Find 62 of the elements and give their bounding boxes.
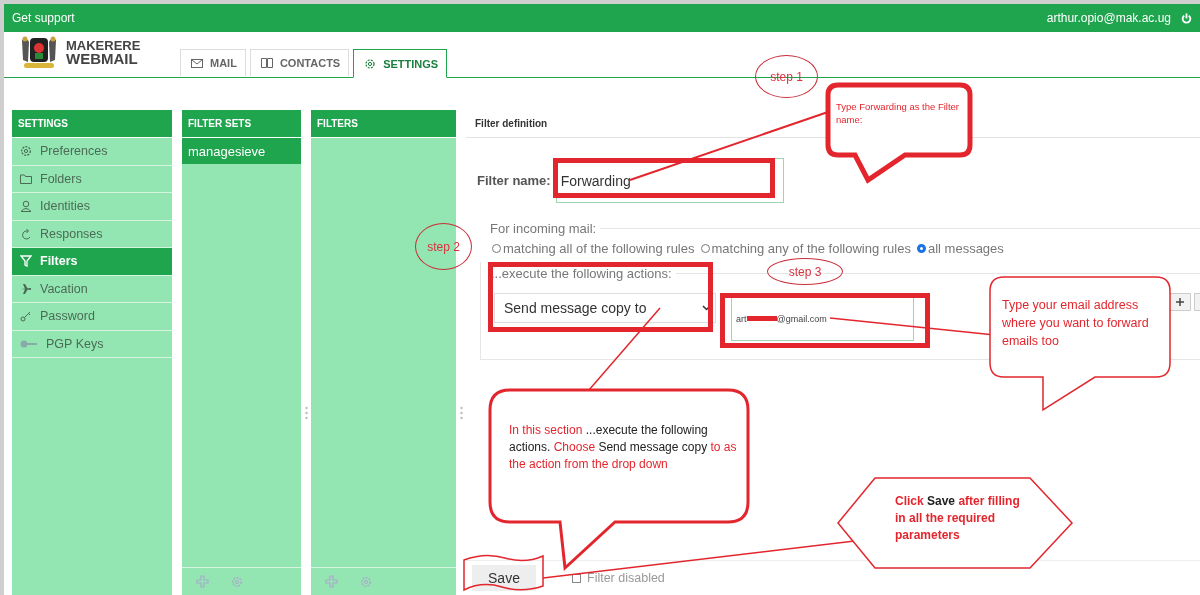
item-label: Password xyxy=(40,309,95,324)
redaction-bar xyxy=(746,316,777,321)
settings-item[interactable]: PGP Keys xyxy=(12,330,172,358)
gear-icon[interactable] xyxy=(360,575,372,588)
item-label: Vacation xyxy=(40,281,88,296)
plane-icon xyxy=(20,282,32,295)
book-icon xyxy=(260,58,273,68)
settings-item[interactable]: Vacation xyxy=(12,275,172,303)
field-label: Filter name: xyxy=(477,173,551,188)
nav-tab[interactable]: CONTACTS xyxy=(249,49,350,76)
item-label: Responses xyxy=(40,226,103,241)
reply-icon xyxy=(20,227,32,240)
settings-item[interactable]: Preferences xyxy=(12,138,172,166)
add-icon[interactable] xyxy=(196,575,209,588)
add-action-button[interactable] xyxy=(1169,293,1191,311)
funnel-icon xyxy=(20,255,32,268)
support-link[interactable]: Get support xyxy=(12,11,75,25)
item-label: Folders xyxy=(40,171,82,186)
key-icon xyxy=(20,310,32,323)
nav-tab[interactable]: MAIL xyxy=(180,49,246,76)
chevron-icon xyxy=(702,305,711,311)
item-label: Filters xyxy=(40,254,78,269)
power-icon[interactable] xyxy=(1181,12,1192,24)
envelope-icon xyxy=(191,58,203,68)
radio-button[interactable] xyxy=(916,244,926,253)
panel-header: FILTERS xyxy=(311,110,456,138)
logo-subtitle: WEBMAIL xyxy=(66,52,139,65)
plus-icon xyxy=(1176,298,1184,306)
add-icon[interactable] xyxy=(325,575,338,588)
person-icon xyxy=(20,200,32,213)
splitter-handle[interactable] xyxy=(459,405,463,420)
callout-text: Click Save after filling in all the required parameters xyxy=(895,493,1021,544)
panel-header: SETTINGS xyxy=(12,110,172,138)
splitter-handle[interactable] xyxy=(304,405,308,420)
gear-icon xyxy=(20,145,32,158)
settings-item[interactable]: Filters xyxy=(12,248,172,276)
email-field[interactable]: art @gmail.com xyxy=(731,296,914,341)
callout-text: Type Forwarding as the Filter name: xyxy=(836,100,961,126)
item-label: Preferences xyxy=(40,144,108,159)
logo-title: MAKERERE xyxy=(66,39,141,52)
gear-icon[interactable] xyxy=(231,575,243,588)
checkbox-label: Filter disabled xyxy=(587,571,665,585)
save-button[interactable]: Save xyxy=(472,565,536,591)
settings-item[interactable]: Identities xyxy=(12,193,172,221)
panel-header: FILTER SETS xyxy=(182,110,301,138)
filter-set-item[interactable]: managesieve xyxy=(182,138,301,164)
checkbox[interactable] xyxy=(572,573,581,583)
section-legend: For incoming mail: xyxy=(490,221,597,236)
folder-icon xyxy=(20,172,32,185)
panel-title: Filter definition xyxy=(475,118,548,129)
nav-tab[interactable]: SETTINGS xyxy=(353,49,448,78)
user-email: arthur.opio@mak.ac.ug xyxy=(1046,11,1171,25)
settings-item[interactable]: Password xyxy=(12,303,172,331)
action-dropdown[interactable]: Send message copy to xyxy=(494,293,716,323)
gear-icon xyxy=(364,57,377,70)
section-legend: ...execute the following actions: xyxy=(491,266,672,281)
callout-text: Type your email address where you want to forward emails too xyxy=(1002,297,1150,350)
filter-name-field[interactable]: Forwarding xyxy=(555,158,784,203)
settings-item[interactable]: Folders xyxy=(12,165,172,193)
item-label: Identities xyxy=(40,199,91,214)
item-label: PGP Keys xyxy=(46,336,104,351)
callout-text: In this section ...execute the following actions. Choose Send message copy to as the action from the drop down xyxy=(509,422,738,473)
